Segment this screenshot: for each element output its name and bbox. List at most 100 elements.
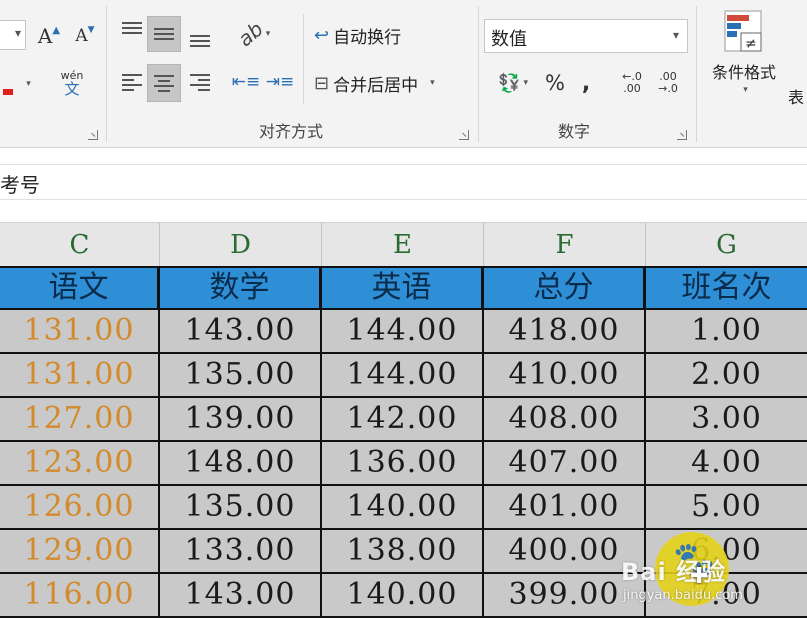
- table-cell[interactable]: 135.00: [160, 486, 322, 528]
- table-cell[interactable]: 127.00: [0, 398, 160, 440]
- table-cell[interactable]: 408.00: [484, 398, 646, 440]
- column-header-e[interactable]: E: [322, 223, 484, 267]
- table-cell[interactable]: 4.00: [646, 442, 807, 484]
- align-right-button[interactable]: [183, 64, 217, 100]
- orientation-button[interactable]: ab ▾: [231, 16, 277, 52]
- decrease-indent-button[interactable]: ⇤≡: [229, 64, 263, 100]
- table-cell[interactable]: 126.00: [0, 486, 160, 528]
- table-cell[interactable]: 139.00: [160, 398, 322, 440]
- table-cell[interactable]: 410.00: [484, 354, 646, 396]
- phonetic-icon: 文: [64, 79, 80, 98]
- table-cell[interactable]: 6.00: [646, 530, 807, 572]
- formula-input[interactable]: 考号: [0, 164, 807, 200]
- align-top-icon: [122, 22, 142, 34]
- font-color-caret[interactable]: ▾: [20, 72, 34, 96]
- table-header-cell[interactable]: 数学: [160, 268, 322, 308]
- grow-font-icon: A: [37, 24, 53, 48]
- column-header-c[interactable]: C: [0, 223, 160, 267]
- align-center-button[interactable]: [147, 64, 181, 102]
- increase-indent-icon: ⇥≡: [265, 72, 295, 92]
- table-header-cell[interactable]: 语文: [0, 268, 160, 308]
- column-header-g[interactable]: G: [646, 223, 807, 267]
- number-format-dropdown[interactable]: 数值 ▾: [484, 19, 688, 53]
- formula-value: 考号: [0, 173, 40, 197]
- table-row: 123.00 148.00 136.00 407.00 4.00: [0, 442, 807, 486]
- align-top-button[interactable]: [115, 16, 149, 50]
- table-row: 127.00 139.00 142.00 408.00 3.00: [0, 398, 807, 442]
- orientation-icon: ab: [232, 16, 268, 52]
- font-color-button[interactable]: [0, 68, 16, 98]
- alignment-dialog-launcher[interactable]: [459, 130, 469, 140]
- table-cell[interactable]: 133.00: [160, 530, 322, 572]
- table-cell[interactable]: 129.00: [0, 530, 160, 572]
- accounting-format-button[interactable]: 💱 ▾: [487, 66, 539, 100]
- table-cell[interactable]: 7.00: [646, 574, 807, 616]
- table-cell[interactable]: 140.00: [322, 574, 484, 616]
- table-header-cell[interactable]: 英语: [322, 268, 484, 308]
- align-right-icon: [190, 73, 210, 91]
- merge-center-label: 合并后居中: [333, 75, 419, 96]
- increase-decimal-button[interactable]: ←.0 .00: [615, 66, 649, 100]
- table-cell[interactable]: 144.00: [322, 354, 484, 396]
- merge-center-button[interactable]: ⊟ 合并后居中 ▾: [313, 66, 473, 100]
- font-color-icon: [3, 89, 13, 95]
- table-cell[interactable]: 138.00: [322, 530, 484, 572]
- table-cell[interactable]: 401.00: [484, 486, 646, 528]
- table-cell[interactable]: 135.00: [160, 354, 322, 396]
- table-cell[interactable]: 144.00: [322, 310, 484, 352]
- format-as-table-button[interactable]: 表: [787, 84, 807, 108]
- percent-style-button[interactable]: %: [541, 66, 569, 100]
- align-bottom-button[interactable]: [183, 16, 217, 52]
- table-cell[interactable]: 5.00: [646, 486, 807, 528]
- table-cell[interactable]: 399.00: [484, 574, 646, 616]
- align-left-button[interactable]: [115, 64, 149, 100]
- table-cell[interactable]: 418.00: [484, 310, 646, 352]
- formula-bar: 考号: [0, 148, 807, 210]
- table-cell[interactable]: 142.00: [322, 398, 484, 440]
- table-cell[interactable]: 1.00: [646, 310, 807, 352]
- table-cell[interactable]: 140.00: [322, 486, 484, 528]
- shrink-font-button[interactable]: A ▼: [72, 22, 98, 50]
- number-group-label: 数字: [557, 122, 590, 141]
- comma-icon: ,: [581, 70, 591, 96]
- column-header-f[interactable]: F: [484, 223, 646, 267]
- comma-style-button[interactable]: ,: [575, 66, 597, 100]
- decrease-decimal-button[interactable]: .00 →.0: [651, 66, 685, 100]
- phonetic-label: wén: [60, 68, 84, 82]
- grow-font-button[interactable]: A ▲: [36, 22, 62, 50]
- conditional-format-label: 条件格式: [711, 63, 776, 82]
- column-header-d[interactable]: D: [160, 223, 322, 267]
- wrap-text-button[interactable]: ↩ 自动换行: [313, 18, 433, 52]
- increase-indent-button[interactable]: ⇥≡: [263, 64, 297, 100]
- table-cell[interactable]: 407.00: [484, 442, 646, 484]
- align-middle-button[interactable]: [147, 16, 181, 52]
- font-size-dropdown[interactable]: [0, 20, 26, 50]
- table-cell[interactable]: 143.00: [160, 574, 322, 616]
- chevron-down-icon: ▾: [672, 28, 679, 42]
- table-cell[interactable]: 3.00: [646, 398, 807, 440]
- table-cell[interactable]: 123.00: [0, 442, 160, 484]
- table-cell[interactable]: 143.00: [160, 310, 322, 352]
- font-dialog-launcher[interactable]: [88, 130, 98, 140]
- conditional-format-button[interactable]: ≠ 条件格式 ▾: [701, 8, 787, 108]
- table-cell[interactable]: 400.00: [484, 530, 646, 572]
- phonetic-guide-button[interactable]: wén 文: [46, 66, 98, 100]
- table-row: 131.00 143.00 144.00 418.00 1.00: [0, 310, 807, 354]
- table-row: 131.00 135.00 144.00 410.00 2.00: [0, 354, 807, 398]
- currency-icon: 💱: [498, 72, 521, 94]
- table-cell[interactable]: 116.00: [0, 574, 160, 616]
- table-cell[interactable]: 148.00: [160, 442, 322, 484]
- number-format-value: 数值: [491, 29, 527, 50]
- number-dialog-launcher[interactable]: [677, 130, 687, 140]
- table-header-cell[interactable]: 班名次: [646, 268, 807, 308]
- table-cell[interactable]: 131.00: [0, 354, 160, 396]
- svg-text:≠: ≠: [745, 36, 757, 52]
- table-header-cell[interactable]: 总分: [484, 268, 646, 308]
- table-cell[interactable]: 2.00: [646, 354, 807, 396]
- table-cell[interactable]: 131.00: [0, 310, 160, 352]
- styles-group: ≠ 条件格式 ▾ 表: [697, 0, 807, 148]
- spreadsheet-grid: C D E F G 语文 数学 英语 总分 班名次 131.00 143.00 …: [0, 210, 807, 618]
- align-center-icon: [154, 74, 174, 92]
- font-group: A▲ A▼ ▾ wén 文: [0, 0, 106, 148]
- table-cell[interactable]: 136.00: [322, 442, 484, 484]
